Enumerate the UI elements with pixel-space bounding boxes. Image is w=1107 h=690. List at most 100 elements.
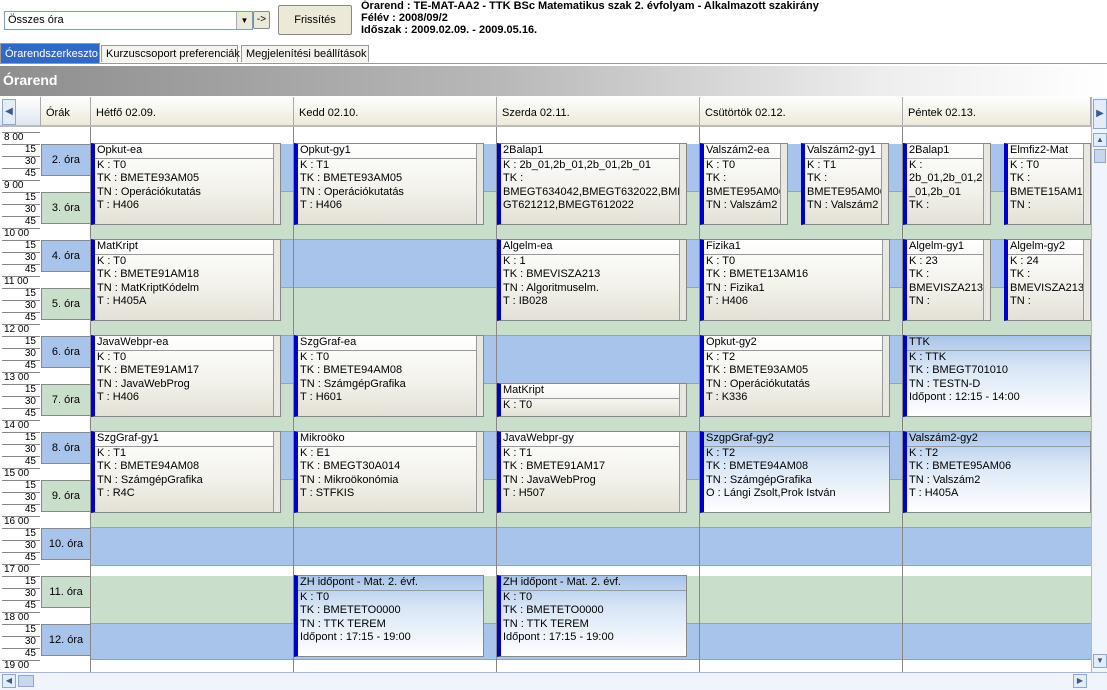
time-tick: 45 — [2, 312, 40, 324]
event-detail: TN : Algoritmuselm. — [503, 281, 599, 294]
event-resize-handle[interactable] — [273, 144, 280, 224]
event-card[interactable]: JavaWebpr-gy K : T1 TK : BMETE91AM17 TN : J… — [497, 431, 687, 513]
time-tick: 10 00 — [2, 228, 40, 240]
event-title: Valszám2-ea — [704, 144, 787, 159]
period-label: 5. óra — [41, 288, 91, 320]
event-detail: K : 1 — [503, 254, 526, 267]
event-card[interactable]: ZH időpont - Mat. 2. évf. K : T0 TK : BMET… — [294, 575, 484, 657]
event-resize-handle[interactable] — [679, 240, 686, 320]
arrow-left-icon[interactable]: ◀ — [2, 99, 16, 125]
event-resize-handle[interactable] — [780, 144, 787, 224]
event-resize-handle[interactable] — [1083, 240, 1090, 320]
scroll-left-icon[interactable]: ◀ — [2, 674, 16, 688]
event-resize-handle[interactable] — [476, 432, 483, 512]
event-resize-handle[interactable] — [476, 336, 483, 416]
event-card[interactable]: Mikroöko K : E1 TK : BMEGT30A014 TN : Mikro… — [294, 431, 484, 513]
tab-display-settings[interactable]: Megjelenítési beállítások — [241, 45, 369, 62]
event-card[interactable]: JavaWebpr-ea K : T0 TK : BMETE91AM17 TN : J… — [91, 335, 281, 417]
event-detail: TK : BMETE94AM08 — [97, 460, 200, 472]
event-card[interactable]: Algelm-gy1 K : 23 TK : BMEVISZA213 TN : — [903, 239, 991, 321]
time-tick: 15 00 — [2, 468, 40, 480]
event-detail: TN : TESTN-D — [909, 377, 981, 390]
tab-course-preferences[interactable]: Kurzuscsoport preferenciák — [101, 45, 240, 62]
event-title: Mikroöko — [298, 432, 483, 447]
scroll-thumb[interactable] — [1094, 149, 1106, 163]
event-title: SzgpGraf-gy2 — [704, 432, 889, 447]
event-resize-handle[interactable] — [679, 432, 686, 512]
event-title: Valszám2-gy1 — [805, 144, 888, 159]
event-resize-handle[interactable] — [881, 144, 888, 224]
time-tick: 45 — [2, 648, 40, 660]
event-detail: TK : — [503, 172, 524, 184]
event-detail: K : T1 — [300, 158, 330, 171]
event-card[interactable]: Valszám2-gy1 K : T1 TK : BMETE95AM06 TN : Va… — [801, 143, 889, 225]
scroll-down-icon[interactable]: ▼ — [1093, 654, 1107, 668]
event-card[interactable]: Valszám2-ea K : T0 TK : BMETE95AM06 TN : Val… — [700, 143, 788, 225]
go-button[interactable]: -> — [253, 11, 270, 29]
event-resize-handle[interactable] — [679, 384, 686, 416]
event-card[interactable]: Algelm-ea K : 1 TK : BMEVISZA213 TN : Algor… — [497, 239, 687, 321]
event-title: ZH időpont - Mat. 2. évf. — [298, 576, 483, 591]
event-title: Fizika1 — [704, 240, 889, 255]
time-tick: 17 00 — [2, 564, 40, 576]
event-resize-handle[interactable] — [273, 240, 280, 320]
event-detail: T : STFKIS — [300, 487, 355, 499]
event-resize-handle[interactable] — [273, 336, 280, 416]
time-tick: 30 — [2, 204, 40, 216]
event-resize-handle[interactable] — [882, 336, 889, 416]
tab-editor[interactable]: Órarendszerkeszto — [0, 43, 100, 63]
chevron-down-icon[interactable]: ▼ — [236, 12, 252, 29]
scroll-right-icon[interactable]: ▶ — [1073, 674, 1087, 688]
event-card[interactable]: ZH időpont - Mat. 2. évf. K : T0 TK : BMET… — [497, 575, 687, 657]
event-detail: O : Lángi Zsolt,Prok István — [706, 487, 836, 499]
event-card[interactable]: Opkut-gy2 K : T2 TK : BMETE93AM05 TN : Oper… — [700, 335, 890, 417]
event-card[interactable]: MatKript K : T0 — [497, 383, 687, 417]
event-card[interactable]: Fizika1 K : T0 TK : BMETE13AM16 TN : Fizika… — [700, 239, 890, 321]
time-tick: 13 00 — [2, 372, 40, 384]
event-detail: T : K336 — [706, 391, 748, 403]
refresh-button[interactable]: Frissítés — [278, 5, 352, 35]
filter-dropdown[interactable]: Összes óra ▼ — [4, 11, 253, 30]
event-title: 2Balap1 — [501, 144, 686, 159]
event-detail: K : 2b_01,2b_01,2b_01,2b_01 — [503, 158, 652, 171]
event-resize-handle[interactable] — [679, 144, 686, 224]
event-detail: K : T0 — [706, 158, 736, 171]
period-label: 4. óra — [41, 240, 91, 272]
event-title: Algelm-gy2 — [1008, 240, 1090, 255]
event-resize-handle[interactable] — [273, 432, 280, 512]
event-card[interactable]: TTK K : TTK TK : BMEGT701010 TN : TESTN-D Id… — [903, 335, 1091, 417]
event-detail: TK : BMETE94AM08 — [300, 364, 403, 376]
hscroll-thumb[interactable] — [18, 675, 34, 687]
event-detail: TK : BMETE94AM08 — [706, 460, 809, 472]
time-tick: 45 — [2, 504, 40, 516]
event-card[interactable]: Opkut-gy1 K : T1 TK : BMETE93AM05 TN : Oper… — [294, 143, 484, 225]
time-tick: 12 00 — [2, 324, 40, 336]
event-resize-handle[interactable] — [983, 144, 990, 224]
horizontal-scrollbar[interactable]: ◀ ▶ — [0, 672, 1107, 690]
event-title: Valszám2-gy2 — [907, 432, 1090, 447]
event-resize-handle[interactable] — [476, 144, 483, 224]
event-detail: TK : BMETE91AM17 — [503, 460, 606, 472]
vertical-scrollbar[interactable]: ▶ ▲ ▼ — [1091, 97, 1107, 672]
event-card[interactable]: Algelm-gy2 K : 24 TK : BMEVISZA213 TN : — [1004, 239, 1091, 321]
event-card[interactable]: 2Balap1 K :2b_01,2b_01,2b _01,2b_01 TK : — [903, 143, 991, 225]
event-detail: K : T2 — [706, 446, 736, 459]
event-card[interactable]: Opkut-ea K : T0 TK : BMETE93AM05 TN : Operá… — [91, 143, 281, 225]
day-header-friday: Péntek 02.13. — [903, 97, 1091, 127]
arrow-right-icon[interactable]: ▶ — [1093, 99, 1107, 129]
event-card[interactable]: MatKript K : T0 TK : BMETE91AM18 TN : MatKr… — [91, 239, 281, 321]
time-tick: 15 — [2, 528, 40, 540]
event-resize-handle[interactable] — [882, 240, 889, 320]
event-card[interactable]: SzgGraf-gy1 K : T1 TK : BMETE94AM08 TN : Sz… — [91, 431, 281, 513]
event-detail: TK : — [807, 172, 828, 184]
scroll-up-icon[interactable]: ▲ — [1093, 133, 1107, 147]
event-resize-handle[interactable] — [1083, 144, 1090, 224]
event-card[interactable]: Elmfiz2-Mat K : T0 TK : BMETE15AM13 TN : — [1004, 143, 1091, 225]
event-card[interactable]: SzgpGraf-gy2 K : T2 TK : BMETE94AM08 TN : S… — [700, 431, 890, 513]
period-label: 9. óra — [41, 480, 91, 512]
event-card[interactable]: SzgGraf-ea K : T0 TK : BMETE94AM08 TN : Szá… — [294, 335, 484, 417]
time-tick: 16 00 — [2, 516, 40, 528]
event-card[interactable]: Valszám2-gy2 K : T2 TK : BMETE95AM06 TN : V… — [903, 431, 1091, 513]
event-card[interactable]: 2Balap1 K : 2b_01,2b_01,2b_01,2b_01 TK : BM… — [497, 143, 687, 225]
event-resize-handle[interactable] — [983, 240, 990, 320]
